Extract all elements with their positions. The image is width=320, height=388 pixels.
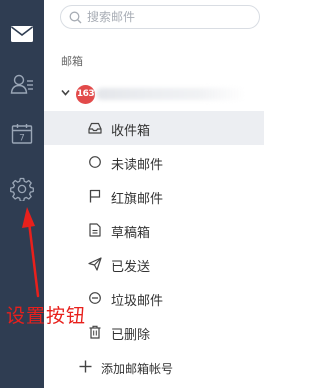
settings-nav-button[interactable] xyxy=(6,173,38,205)
inbox-icon xyxy=(88,122,102,134)
search-box xyxy=(60,5,260,29)
circle-icon xyxy=(89,156,101,168)
folder-item[interactable]: 未读邮件 xyxy=(44,145,264,179)
plus-icon xyxy=(79,360,92,373)
app-nav-rail: 7 xyxy=(0,0,44,388)
folder-label: 收件箱 xyxy=(111,124,151,139)
calendar-day: 7 xyxy=(19,134,25,144)
contacts-nav-button[interactable] xyxy=(6,68,38,100)
add-account-label: 添加邮箱帐号 xyxy=(101,362,174,376)
account-provider-badge: 163 xyxy=(76,85,95,104)
mail-icon xyxy=(11,26,33,42)
search-icon xyxy=(69,11,82,24)
folder-item[interactable]: 收件箱 xyxy=(44,111,264,145)
add-account-button[interactable]: 添加邮箱帐号 xyxy=(44,354,264,382)
folder-label: 草稿箱 xyxy=(111,226,151,241)
chevron-down-icon[interactable] xyxy=(61,89,70,96)
account-row[interactable]: 163 xyxy=(44,80,264,106)
mail-nav-button[interactable] xyxy=(6,18,38,50)
folder-label: 红旗邮件 xyxy=(111,192,164,207)
folder-item[interactable]: 红旗邮件 xyxy=(44,179,264,213)
settings-icon xyxy=(10,177,34,201)
search-input[interactable] xyxy=(87,8,253,26)
folder-label: 未读邮件 xyxy=(111,158,164,173)
trash-icon xyxy=(89,325,101,339)
mailbox-section-label: 邮箱 xyxy=(61,55,83,68)
folder-label: 已删除 xyxy=(111,328,151,343)
folder-label: 垃圾邮件 xyxy=(111,294,164,309)
send-icon xyxy=(88,257,102,271)
spam-icon xyxy=(89,292,101,304)
annotation-label: 设置按钮 xyxy=(6,305,87,327)
draft-icon xyxy=(89,223,101,237)
mailbox-panel: 邮箱 163 收件箱未读邮件红旗邮件草稿箱已发送垃圾邮件已删除 添加邮箱帐号 xyxy=(44,0,264,388)
contacts-icon xyxy=(10,74,33,94)
account-address-redacted xyxy=(96,88,246,100)
folder-item[interactable]: 已发送 xyxy=(44,247,264,281)
folder-label: 已发送 xyxy=(111,260,151,275)
flag-icon xyxy=(89,189,101,203)
calendar-nav-button[interactable]: 7 xyxy=(6,118,38,150)
folder-item[interactable]: 草稿箱 xyxy=(44,213,264,247)
calendar-icon: 7 xyxy=(11,124,33,144)
